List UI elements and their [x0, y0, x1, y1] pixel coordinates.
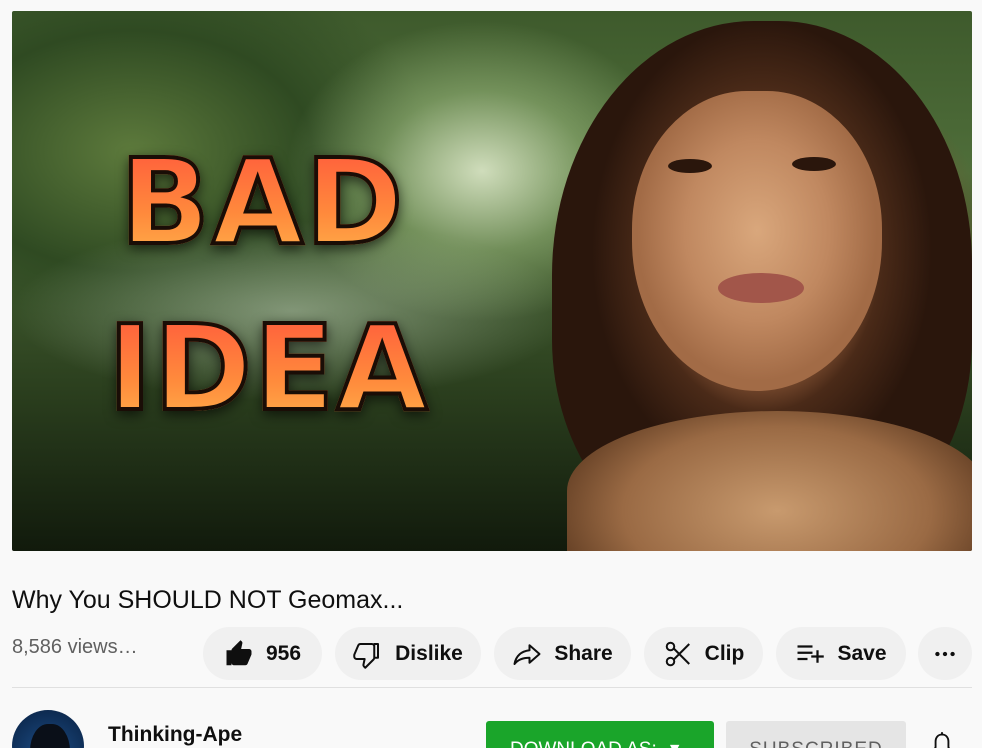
more-actions-button[interactable] — [918, 627, 972, 680]
download-label: DOWNLOAD AS: — [510, 739, 657, 748]
thumbnail-eye-right — [792, 157, 836, 171]
thumbnail-overlay-line-1: BAD — [118, 133, 406, 271]
divider — [12, 687, 972, 688]
save-button[interactable]: Save — [776, 627, 906, 680]
like-count: 956 — [265, 641, 302, 665]
video-title: Why You SHOULD NOT Geomax... — [12, 586, 404, 614]
more-horizontal-icon — [935, 651, 955, 656]
video-thumbnail[interactable]: BAD IDEA — [12, 11, 972, 551]
playlist-add-icon — [797, 644, 825, 663]
scissors-icon — [665, 641, 690, 666]
thumbs-down-icon — [353, 642, 380, 669]
subscribe-label: SUBSCRIBED — [749, 739, 883, 748]
thumbnail-portrait-face — [632, 91, 882, 391]
dislike-button[interactable]: Dislike — [335, 627, 481, 680]
save-label: Save — [837, 641, 887, 665]
thumbnail-eye-left — [668, 159, 712, 173]
download-button[interactable]: DOWNLOAD AS: ▼ — [486, 721, 714, 748]
avatar-silhouette — [30, 724, 70, 748]
share-arrow-icon — [513, 643, 541, 665]
share-button[interactable]: Share — [494, 627, 631, 680]
like-button[interactable]: 956 — [203, 627, 322, 680]
caret-down-icon: ▼ — [667, 741, 683, 748]
thumbs-up-icon — [226, 639, 252, 665]
thumbnail-overlay-line-2: IDEA — [106, 299, 430, 437]
bell-icon[interactable] — [928, 731, 956, 748]
channel-name[interactable]: Thinking-Ape — [108, 723, 242, 747]
share-label: Share — [554, 641, 613, 665]
channel-avatar[interactable] — [12, 710, 84, 748]
clip-label: Clip — [704, 641, 745, 665]
dislike-label: Dislike — [395, 641, 463, 665]
thumbnail-lips — [718, 273, 804, 303]
clip-button[interactable]: Clip — [644, 627, 763, 680]
view-count[interactable]: 8,586 views… — [12, 636, 138, 659]
subscribe-button[interactable]: SUBSCRIBED — [726, 721, 906, 748]
